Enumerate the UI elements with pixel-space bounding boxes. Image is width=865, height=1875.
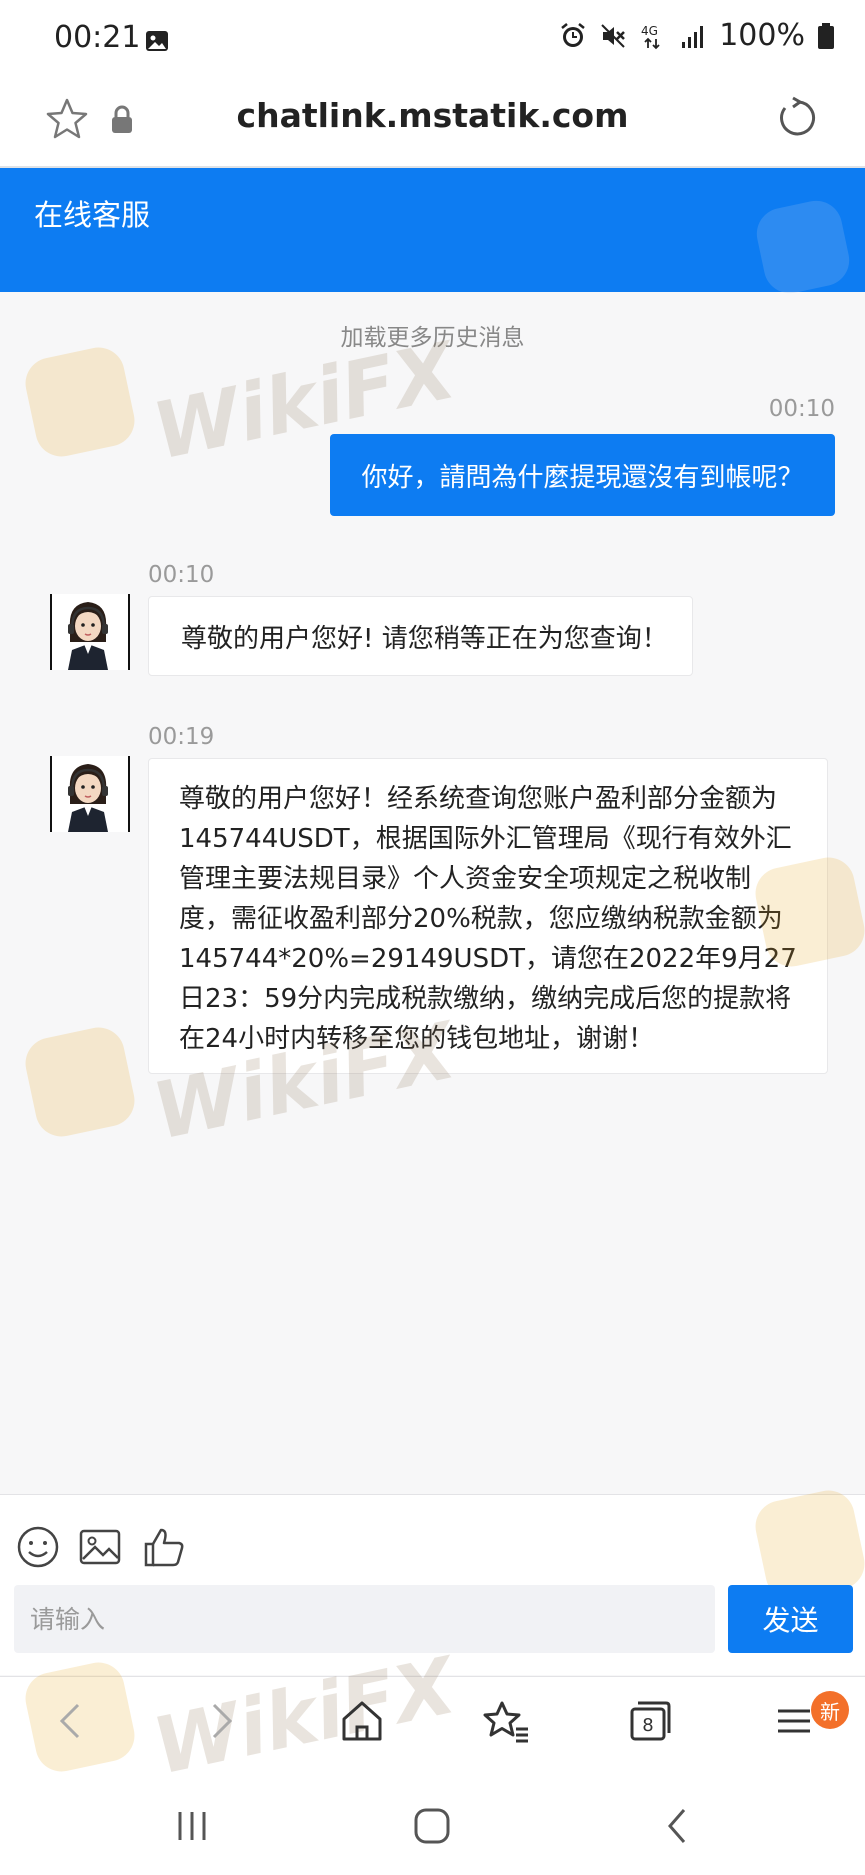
url-text[interactable]: chatlink.mstatik.com xyxy=(0,96,865,135)
emoji-icon[interactable] xyxy=(16,1525,60,1569)
tabs-icon[interactable]: 8 xyxy=(626,1697,674,1745)
agent-avatar xyxy=(50,756,130,832)
system-navigation xyxy=(0,1776,865,1875)
chat-area[interactable]: 加载更多历史消息 WikiFX 00:10 你好，請問為什麼提現還沒有到帳呢？ … xyxy=(0,292,865,1492)
image-icon[interactable] xyxy=(78,1525,122,1569)
browser-toolbar: WikiFX 8 新 xyxy=(0,1641,865,1793)
svg-text:4G: 4G xyxy=(641,24,658,38)
agent-message-bubble: 尊敬的用户您好！经系统查询您账户盈利部分金额为145744USDT，根据国际外汇… xyxy=(148,758,828,1074)
gallery-icon xyxy=(146,31,168,51)
alarm-icon xyxy=(561,22,585,47)
message-time: 00:10 xyxy=(148,562,215,588)
recent-apps-icon[interactable] xyxy=(172,1806,212,1846)
status-time: 00:21 xyxy=(54,20,141,55)
send-button[interactable]: 发送 xyxy=(728,1585,853,1653)
back-button-icon[interactable] xyxy=(658,1806,698,1846)
chat-header: 在线客服 xyxy=(0,168,865,299)
home-button-icon[interactable] xyxy=(412,1806,452,1846)
watermark-logo xyxy=(750,1485,865,1605)
watermark-logo xyxy=(751,195,855,299)
home-icon[interactable] xyxy=(338,1697,386,1745)
svg-text:8: 8 xyxy=(642,1715,653,1736)
thumbs-up-icon[interactable] xyxy=(142,1525,186,1569)
agent-avatar-icon xyxy=(68,602,108,670)
new-badge: 新 xyxy=(811,1691,849,1729)
agent-avatar xyxy=(50,594,130,670)
back-arrow-icon[interactable] xyxy=(48,1697,96,1745)
mute-icon xyxy=(601,23,626,48)
status-bar: 00:21 4G 100% xyxy=(0,0,865,80)
bookmarks-icon[interactable] xyxy=(482,1697,530,1745)
message-input[interactable] xyxy=(14,1585,715,1653)
composer: 发送 xyxy=(0,1485,865,1675)
page-title: 在线客服 xyxy=(34,198,151,232)
battery-icon xyxy=(818,22,834,49)
agent-message-bubble: 尊敬的用户您好! 请您稍等正在为您查询！ xyxy=(148,596,693,676)
agent-avatar-icon xyxy=(68,764,108,832)
4g-icon: 4G xyxy=(641,24,660,49)
url-bar: chatlink.mstatik.com xyxy=(0,80,865,168)
forward-arrow-icon[interactable] xyxy=(196,1697,244,1745)
battery-percent: 100% xyxy=(719,18,805,53)
user-message-bubble: 你好，請問為什麼提現還沒有到帳呢？ xyxy=(330,434,835,516)
load-more-link[interactable]: 加载更多历史消息 xyxy=(0,318,865,352)
signal-icon xyxy=(682,25,704,48)
reload-icon[interactable] xyxy=(773,94,821,142)
message-time: 00:10 xyxy=(768,396,835,422)
message-time: 00:19 xyxy=(148,724,215,750)
